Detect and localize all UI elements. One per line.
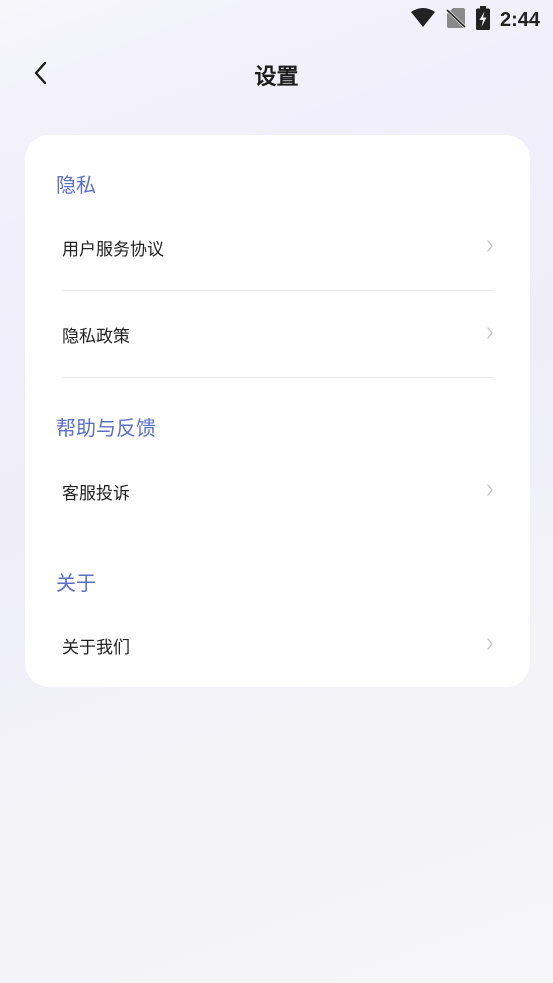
row-label: 用户服务协议 [62,240,164,260]
row-user-service-agreement[interactable]: 用户服务协议 [62,225,494,269]
row-customer-complaint[interactable]: 客服投诉 [62,469,494,513]
nav-bar: 设置 [0,50,553,98]
wifi-icon [410,8,436,32]
battery-charging-icon [475,6,490,34]
section-title-about: 关于 [56,571,96,595]
status-bar: 2:44 [0,0,553,38]
status-icons: 2:44 [410,6,540,34]
row-label: 客服投诉 [62,484,130,504]
settings-card: 隐私 用户服务协议 隐私政策 帮助与反馈 客服投诉 关于 关于我们 [25,135,530,687]
row-about-us[interactable]: 关于我们 [62,623,494,667]
chevron-right-icon [486,482,494,498]
status-time: 2:44 [499,8,540,31]
chevron-right-icon [486,325,494,341]
row-label: 关于我们 [62,638,130,658]
divider [62,377,494,378]
page-title: 设置 [254,65,299,90]
divider [62,290,494,291]
row-privacy-policy[interactable]: 隐私政策 [62,312,494,356]
chevron-right-icon [486,238,494,254]
section-title-privacy: 隐私 [56,173,96,197]
chevron-right-icon [486,636,494,652]
no-sim-icon [445,7,466,33]
section-title-help-feedback: 帮助与反馈 [56,416,156,440]
row-label: 隐私政策 [62,327,130,347]
